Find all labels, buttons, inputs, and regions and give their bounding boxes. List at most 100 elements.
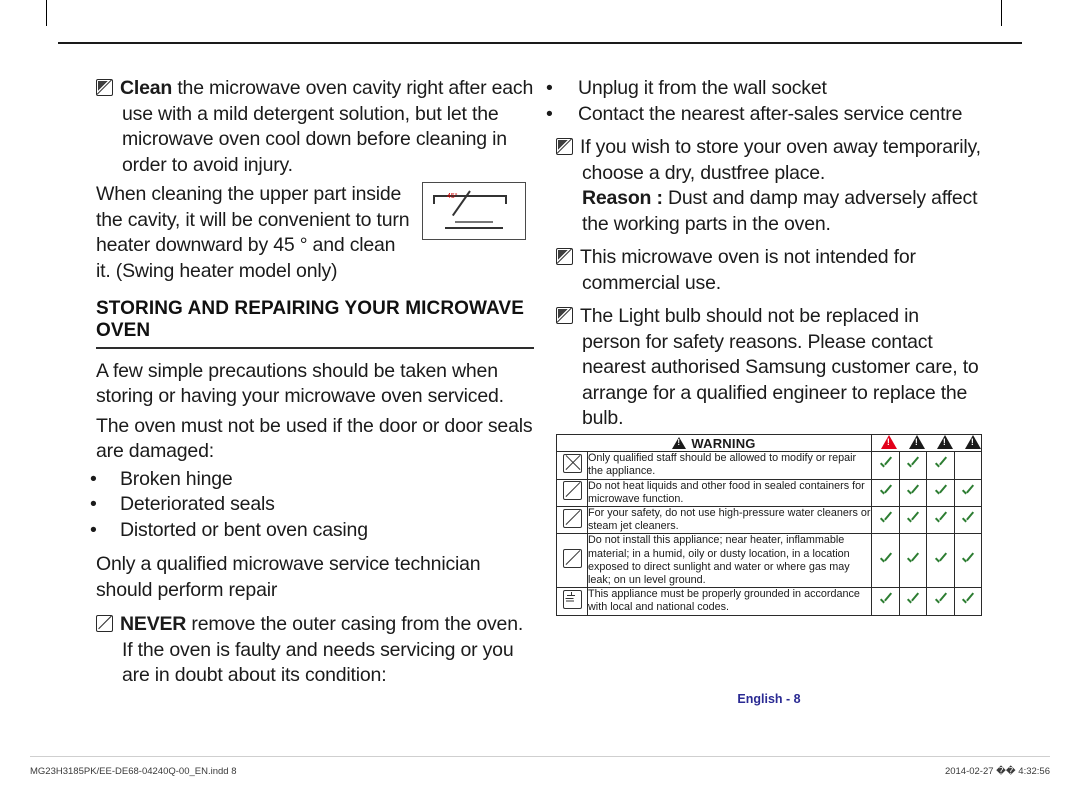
- check-icon: [879, 458, 892, 471]
- paragraph-door-seals-text: The oven must not be used if the door or…: [96, 414, 533, 463]
- document-page: Clean the microwave oven cavity right af…: [0, 0, 1080, 792]
- list-item-broken-hinge-text: Broken hinge: [120, 467, 233, 490]
- row-text: Only qualified staff should be allowed t…: [587, 451, 872, 480]
- warning-triangle-black-icon-3: [965, 435, 981, 449]
- check-icon: [906, 458, 919, 471]
- check-icon: [906, 553, 919, 566]
- check-icon: [906, 594, 919, 607]
- paragraph-door-seals: The oven must not be used if the door or…: [96, 414, 534, 465]
- top-rule: [58, 42, 1022, 44]
- bullet-dot: •: [90, 518, 97, 541]
- prohibition-marker-icon: [96, 615, 113, 633]
- warning-marker-icon: [556, 307, 573, 324]
- list-item-deteriorated-seals: • Deteriorated seals: [90, 492, 534, 518]
- paragraph-commercial-use: This microwave oven is not intended for …: [556, 245, 982, 296]
- check-icon: [934, 513, 947, 526]
- row-check-4: [953, 506, 982, 535]
- footer-file-info: MG23H3185PK/EE-DE68-04240Q-00_EN.indd 8: [30, 766, 237, 777]
- row-check-3: [926, 506, 955, 535]
- row-check-1: [871, 506, 900, 535]
- check-icon: [879, 485, 892, 498]
- table-row: For your safety, do not use high-pressur…: [556, 506, 982, 535]
- row-icon-ground: [556, 587, 588, 616]
- figure-right-tick: [505, 195, 507, 204]
- row-check-3: [926, 451, 955, 480]
- check-icon: [934, 485, 947, 498]
- paragraph-store-away: If you wish to store your oven away temp…: [556, 135, 982, 186]
- check-icon: [961, 594, 974, 607]
- list-item-broken-hinge: • Broken hinge: [90, 467, 534, 493]
- row-check-2: [898, 478, 927, 508]
- warning-table: WARNING Only qualified staff should be a…: [556, 433, 982, 616]
- figure-left-tick: [433, 195, 435, 204]
- row-text: This appliance must be properly grounded…: [587, 587, 872, 616]
- row-check-4: [953, 478, 982, 508]
- paragraph-upper-cavity: When cleaning the upper part inside the …: [96, 182, 414, 284]
- row-check-1: [871, 587, 900, 616]
- row-check-1: [871, 533, 900, 589]
- check-icon: [934, 553, 947, 566]
- check-icon: [961, 513, 974, 526]
- crop-mark-top-right: [1001, 0, 1002, 26]
- paragraph-clean-lead: Clean: [120, 77, 173, 99]
- check-icon: [961, 485, 974, 498]
- row-check-4: [953, 451, 982, 480]
- list-item-contact-service: • Contact the nearest after-sales service…: [546, 102, 982, 128]
- row-text: For your safety, do not use high-pressur…: [587, 506, 872, 535]
- row-check-2: [898, 587, 927, 616]
- paragraph-light-bulb-text: The Light bulb should not be replaced in…: [580, 305, 979, 429]
- paragraph-technician-text: Only a qualified microwave service techn…: [96, 553, 481, 601]
- list-item-unplug: • Unplug it from the wall socket: [546, 76, 982, 102]
- paragraph-reason-lead: Reason :: [582, 187, 663, 209]
- paragraph-store-away-text: If you wish to store your oven away temp…: [580, 136, 981, 184]
- warning-triangle-black-icon-2: [937, 435, 953, 449]
- row-text: Do not install this appliance; near heat…: [587, 533, 872, 589]
- page-number: English - 8: [737, 692, 801, 706]
- bullet-dot: •: [546, 77, 553, 99]
- row-check-2: [898, 451, 927, 480]
- row-check-1: [871, 478, 900, 508]
- paragraph-precautions: A few simple precautions should be taken…: [96, 359, 534, 410]
- warning-title-cell: WARNING: [556, 433, 872, 453]
- paragraph-precautions-text: A few simple precautions should be taken…: [96, 359, 504, 408]
- row-check-3: [926, 478, 955, 508]
- warning-table-header-row: WARNING: [556, 433, 982, 453]
- no-modify-icon: [562, 453, 582, 473]
- table-row: Only qualified staff should be allowed t…: [556, 451, 982, 480]
- no-install-near-heater-icon: [562, 549, 582, 569]
- warning-triangle-black-icon-1: [909, 435, 925, 449]
- warning-marker-icon: [556, 138, 573, 155]
- list-item-distorted-casing-text: Distorted or bent oven casing: [120, 518, 368, 541]
- warning-triangle-icon: [672, 436, 687, 449]
- check-icon: [906, 513, 919, 526]
- check-icon: [961, 553, 974, 566]
- check-icon: [879, 513, 892, 526]
- figure-top-bar: [433, 195, 507, 197]
- figure-base: [445, 227, 503, 229]
- bullet-dot: •: [546, 102, 553, 125]
- right-column: • Unplug it from the wall socket • Contact…: [546, 76, 982, 432]
- section-heading-rule: [96, 347, 534, 349]
- warning-marker-icon: [556, 248, 573, 265]
- no-sealed-container-icon: [562, 481, 582, 501]
- warning-title: WARNING: [691, 435, 756, 451]
- ground-icon: [562, 589, 582, 609]
- row-check-4: [953, 533, 982, 589]
- crop-mark-top-left: [46, 0, 47, 26]
- list-item-distorted-casing: • Distorted or bent oven casing: [90, 518, 534, 544]
- table-row: This appliance must be properly grounded…: [556, 587, 982, 616]
- list-item-unplug-text: Unplug it from the wall socket: [578, 77, 827, 99]
- row-icon-no-modify: [556, 451, 588, 480]
- figure-tray: [455, 221, 493, 223]
- bullet-dot: •: [90, 493, 97, 516]
- row-check-1: [871, 451, 900, 480]
- paragraph-never: NEVER remove the outer casing from the o…: [96, 612, 534, 689]
- paragraph-upper-cavity-text: When cleaning the upper part inside the …: [96, 183, 410, 282]
- paragraph-light-bulb: The Light bulb should not be replaced in…: [556, 304, 982, 432]
- list-item-deteriorated-seals-text: Deteriorated seals: [120, 493, 275, 516]
- paragraph-clean-text: the microwave oven cavity right after ea…: [122, 77, 534, 176]
- row-icon-no-high-pressure-water: [556, 506, 588, 535]
- paragraph-never-lead: NEVER: [120, 613, 187, 636]
- table-row: Do not heat liquids and other food in se…: [556, 478, 982, 508]
- warning-icons-cell: [871, 433, 982, 453]
